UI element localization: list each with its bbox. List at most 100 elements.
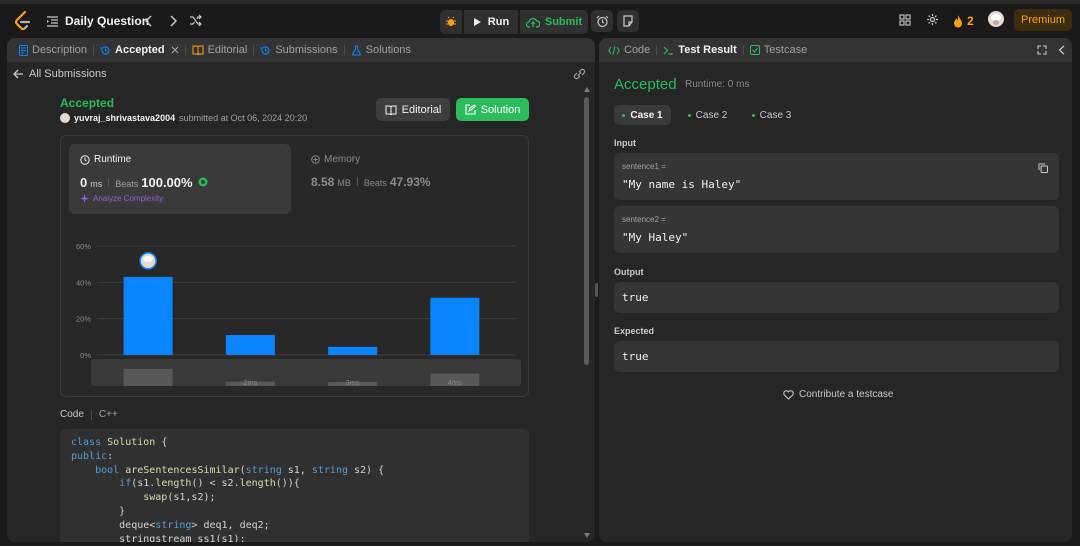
user-marker-avatar-face (143, 255, 153, 262)
expected-label: Expected (614, 326, 655, 336)
run-submit-group: Run Submit (440, 10, 588, 34)
streak-count: 2 (967, 14, 974, 28)
output-box[interactable]: true (614, 282, 1059, 313)
timer-button[interactable] (591, 10, 613, 32)
grid-layout-icon[interactable] (899, 14, 911, 26)
tab-description[interactable]: Description (13, 38, 93, 62)
daily-question-link[interactable]: Daily Question (46, 4, 149, 38)
arrow-left-icon[interactable] (13, 69, 24, 79)
contribute-testcase-link[interactable]: Contribute a testcase (783, 389, 894, 400)
left-panel: Description Accepted Editorial Submissio… (7, 38, 595, 542)
code-lines: class Solution {public: bool areSentence… (71, 436, 384, 542)
code-header: Code C++ (60, 409, 118, 420)
y-tick-label: 0% (80, 351, 91, 360)
scrollbar-thumb[interactable] (584, 97, 589, 365)
edit-icon (465, 104, 476, 115)
solution-button[interactable]: Solution (456, 98, 529, 121)
back-row: All Submissions (7, 62, 595, 86)
tab-test-result-label: Test Result (678, 44, 737, 56)
code-block[interactable]: class Solution {public: bool areSentence… (60, 429, 529, 542)
input-name: sentence2 = (622, 215, 666, 224)
tab-test-result[interactable]: Test Result (657, 38, 742, 62)
runtime-distribution-chart[interactable]: 60%40%20%0%2ms3ms4ms2ms3ms4ms (61, 214, 528, 396)
tab-testcase-label: Testcase (763, 44, 808, 56)
editorial-button-label: Editorial (401, 103, 442, 116)
runtime-beats-label: Beats (115, 179, 139, 189)
memory-card[interactable]: Memory 8.58 MB Beats 47.93% (311, 144, 511, 214)
minimap-label: 3ms (346, 378, 360, 387)
next-question-icon[interactable] (168, 15, 178, 27)
memory-beats-label: Beats (363, 178, 387, 188)
panel-resize-handle[interactable] (595, 283, 598, 297)
prev-question-icon[interactable] (144, 15, 154, 27)
expected-value: true (622, 350, 649, 363)
scroll-down-icon[interactable] (584, 533, 590, 538)
distribution-bar (123, 276, 173, 355)
document-icon (19, 44, 28, 56)
history-icon (100, 45, 110, 55)
share-link-icon[interactable] (573, 68, 586, 80)
runtime-unit: ms (90, 179, 103, 189)
maximize-icon[interactable] (1037, 45, 1047, 55)
book-icon (192, 45, 204, 55)
left-scrollbar[interactable] (583, 86, 591, 542)
code-line: deque<string> deq1, deq2; (71, 519, 270, 531)
fire-icon (954, 14, 962, 27)
case-tab-1[interactable]: Case 1 (614, 105, 671, 125)
output-label: Output (614, 267, 644, 277)
code-line: swap(s1,s2); (143, 492, 216, 504)
submit-label: Submit (544, 16, 583, 28)
pass-dot (622, 113, 626, 117)
submission-meta: yuvraj_shrivastava2004 submitted at Oct … (60, 113, 307, 123)
input-sentence1[interactable]: sentence1 = "My name is Haley" (614, 153, 1059, 200)
notes-button[interactable] (617, 10, 639, 32)
premium-label: Premium (1020, 14, 1065, 26)
tab-code[interactable]: Code (602, 38, 656, 62)
close-icon[interactable] (171, 46, 179, 54)
case-tab-3[interactable]: Case 3 (743, 105, 800, 125)
leetcode-logo-icon[interactable] (14, 11, 32, 31)
tab-submissions[interactable]: Submissions (254, 38, 343, 62)
tab-testcase[interactable]: Testcase (744, 38, 813, 62)
submission-detail-scroll[interactable]: Accepted yuvraj_shrivastava2004 submitte… (7, 86, 595, 542)
editorial-button[interactable]: Editorial (376, 98, 450, 121)
submission-status: Accepted (60, 96, 115, 110)
submitted-time: submitted at Oct 06, 2024 20:20 (179, 113, 308, 123)
memory-chip-icon (311, 155, 320, 164)
scroll-up-icon[interactable] (584, 87, 590, 92)
runtime-beats-value: 100.00% (141, 175, 193, 190)
all-submissions-link[interactable]: All Submissions (29, 68, 107, 80)
distribution-bar (430, 297, 480, 355)
expected-box[interactable]: true (614, 341, 1059, 372)
run-button[interactable]: Run (464, 10, 518, 34)
tab-solutions[interactable]: Solutions (345, 38, 417, 62)
collapse-chevron-icon[interactable] (1058, 45, 1065, 55)
submitter-username[interactable]: yuvraj_shrivastava2004 (74, 113, 175, 123)
premium-button[interactable]: Premium (1014, 9, 1072, 31)
gear-icon[interactable] (926, 13, 939, 26)
case-1-label: Case 1 (630, 109, 663, 121)
streak-counter[interactable]: 2 (953, 4, 974, 38)
memory-label: Memory (324, 154, 361, 165)
case-tab-2[interactable]: Case 2 (679, 105, 736, 125)
tab-submissions-label: Submissions (275, 44, 338, 56)
runtime-card[interactable]: Runtime 0 ms Beats 100.00% Analyze Compl… (69, 144, 291, 214)
input-value: "My name is Haley" (622, 178, 742, 191)
distribution-bar (225, 335, 275, 355)
divider (90, 409, 92, 420)
copy-icon[interactable] (1038, 163, 1048, 173)
submit-button[interactable]: Submit (520, 10, 588, 34)
avatar[interactable] (988, 11, 1004, 27)
y-tick-label: 20% (76, 315, 91, 324)
debug-button[interactable] (440, 10, 462, 34)
run-label: Run (487, 16, 510, 28)
tab-accepted[interactable]: Accepted (94, 38, 185, 62)
right-panel: Code Test Result Testcase Accepted Runti… (599, 38, 1072, 542)
analyze-complexity-link[interactable]: Analyze Complexity (93, 194, 163, 203)
input-sentence2[interactable]: sentence2 = "My Haley" (614, 206, 1059, 253)
tab-editorial[interactable]: Editorial (186, 38, 254, 62)
shuffle-icon[interactable] (189, 14, 202, 27)
result-runtime: Runtime: 0 ms (685, 79, 750, 90)
contribute-label: Contribute a testcase (799, 389, 894, 400)
code-line: if(s1.length() < s2.length()){ (119, 478, 300, 490)
